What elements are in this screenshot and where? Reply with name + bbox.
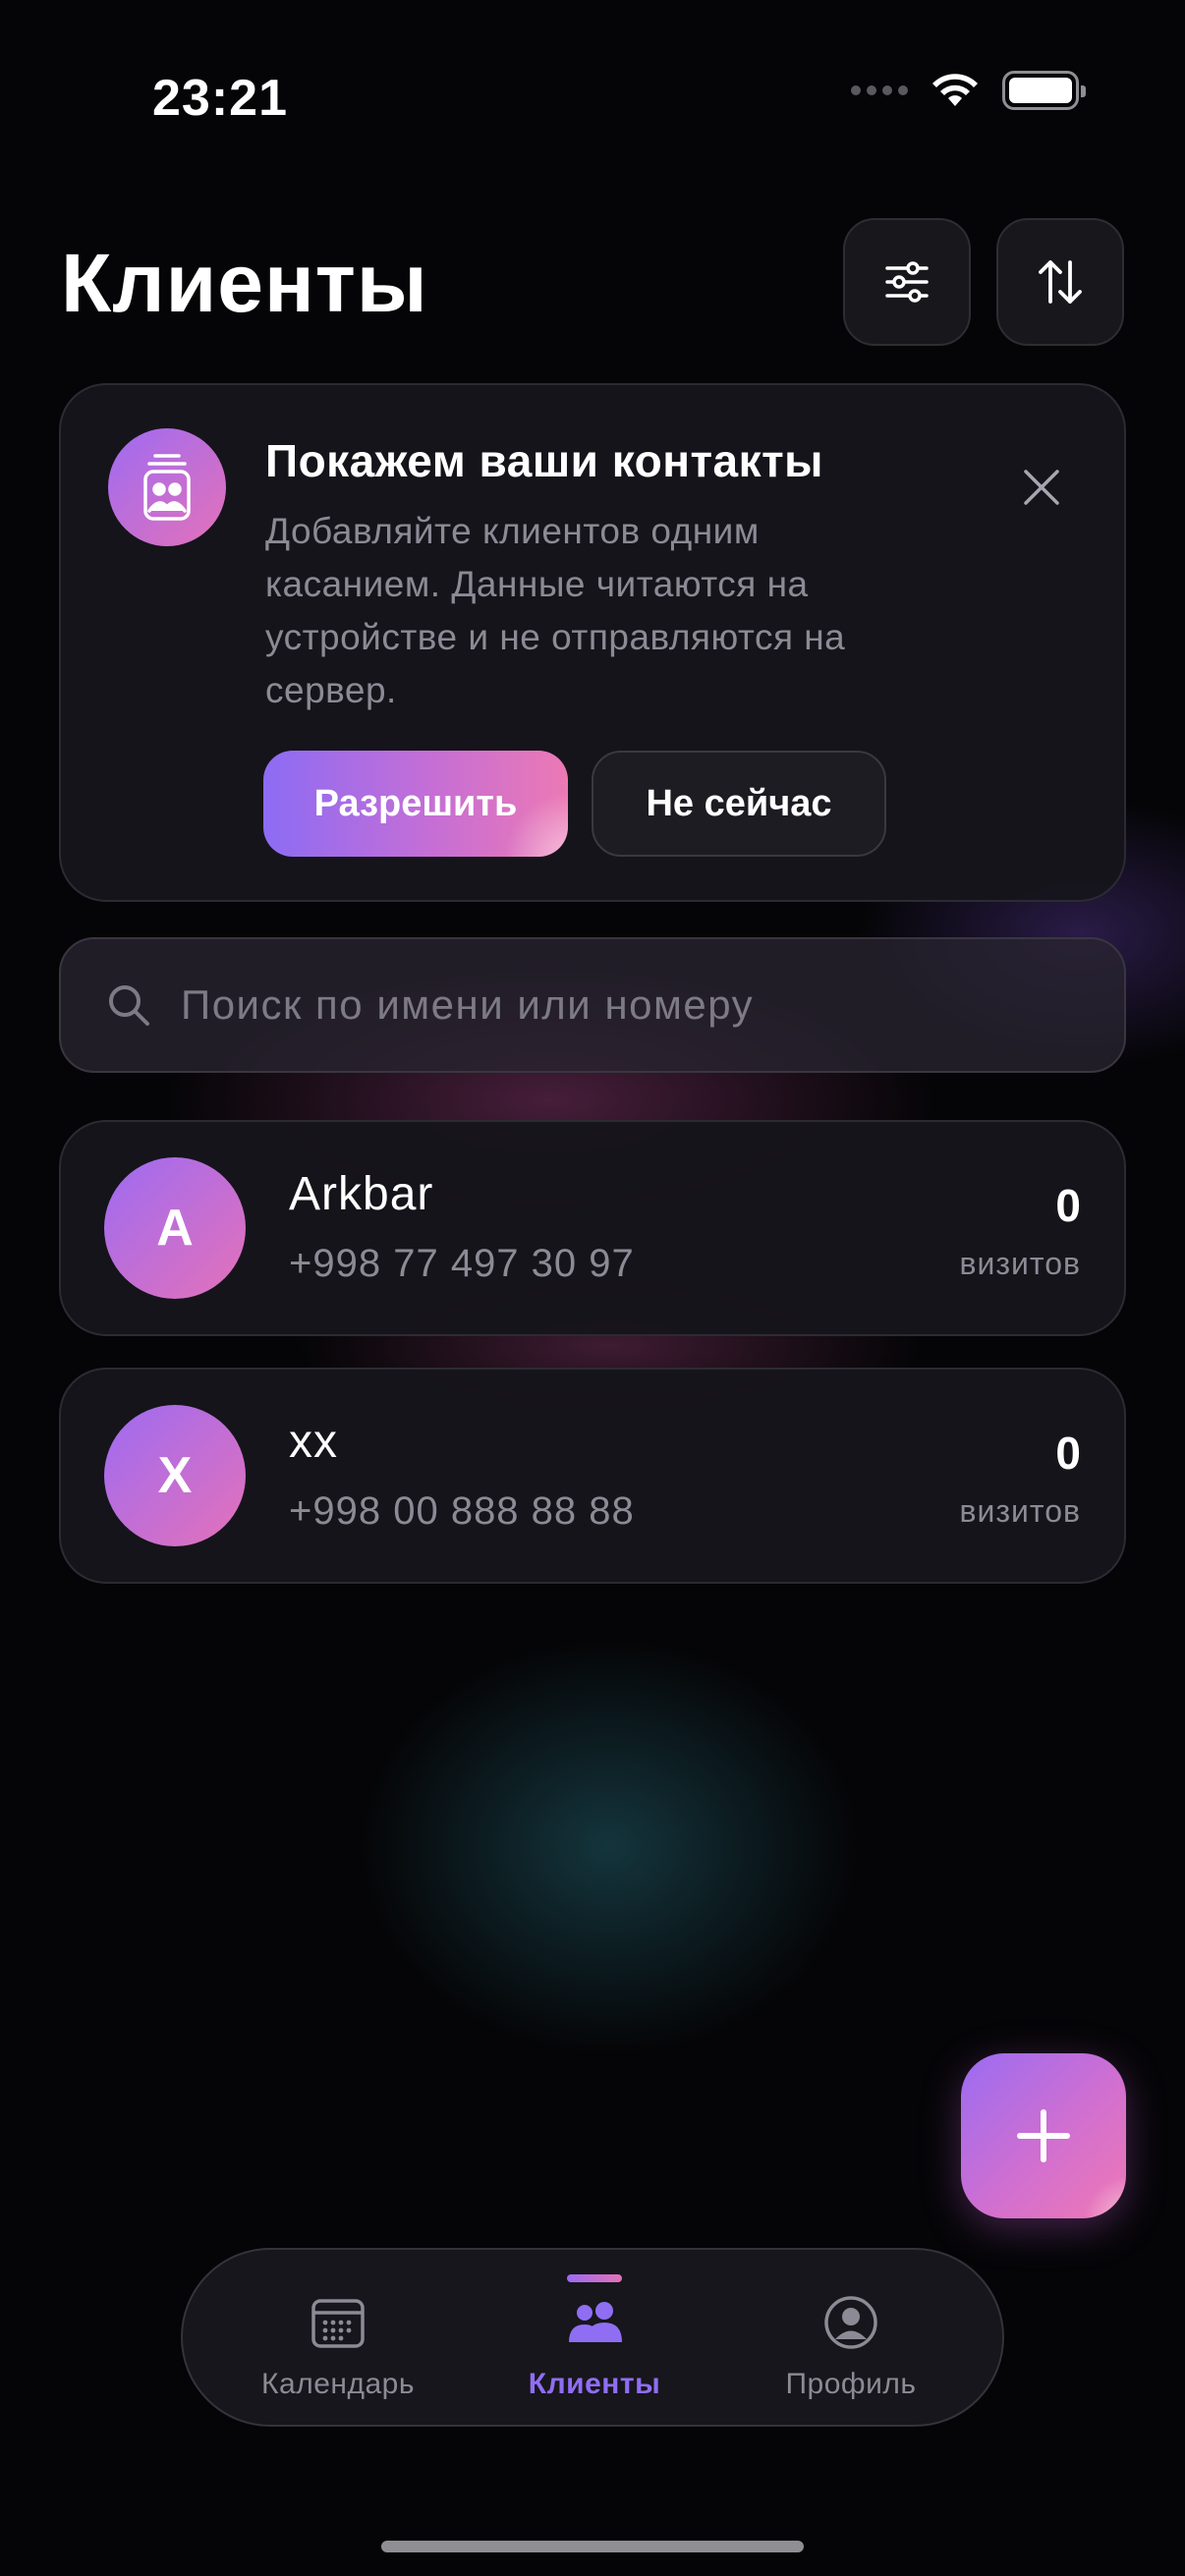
visits-label: визитов: [959, 1493, 1081, 1529]
client-name: xx: [289, 1416, 338, 1468]
battery-icon: [1002, 71, 1086, 110]
search-icon: [109, 985, 149, 1026]
allow-button[interactable]: Разрешить: [263, 751, 568, 857]
tab-calendar[interactable]: Календарь: [230, 2250, 446, 2429]
add-client-button[interactable]: [961, 2053, 1126, 2218]
visits-count: 0: [1055, 1180, 1081, 1231]
status-time: 23:21: [152, 70, 288, 127]
client-phone: +998 77 497 30 97: [289, 1242, 635, 1285]
permission-title: Покажем ваши контакты: [265, 435, 823, 486]
client-card[interactable]: A Arkbar +998 77 497 30 97 0 визитов: [59, 1120, 1126, 1336]
contacts-permission-card: Покажем ваши контакты Добавляйте клиенто…: [59, 383, 1126, 902]
status-indicators: [851, 71, 1086, 110]
close-icon[interactable]: [1020, 466, 1063, 509]
page-title: Клиенты: [61, 237, 428, 329]
contacts-icon: [108, 428, 226, 546]
tab-profile[interactable]: Профиль: [743, 2250, 959, 2429]
not-now-button[interactable]: Не сейчас: [592, 751, 886, 857]
active-tab-indicator: [567, 2274, 622, 2282]
permission-description: Добавляйте клиентов одним касанием. Данн…: [265, 511, 846, 710]
tab-label: Календарь: [261, 2368, 415, 2400]
client-avatar: X: [104, 1405, 246, 1546]
visits-label: визитов: [959, 1246, 1081, 1281]
home-indicator[interactable]: [381, 2541, 804, 2552]
plus-icon: [1017, 2109, 1070, 2162]
client-avatar: A: [104, 1157, 246, 1299]
filter-button[interactable]: [843, 218, 971, 346]
client-card[interactable]: X xx +998 00 888 88 88 0 визитов: [59, 1368, 1126, 1584]
tab-clients[interactable]: Клиенты: [486, 2250, 703, 2429]
search-input[interactable]: [181, 981, 1065, 1029]
calendar-icon: [311, 2299, 365, 2348]
client-phone: +998 00 888 88 88: [289, 1489, 635, 1533]
search-bar: [59, 937, 1126, 1073]
client-name: Arkbar: [289, 1168, 434, 1220]
sort-arrows-icon: [1039, 260, 1082, 304]
sliders-icon: [885, 261, 929, 303]
clients-screen: 23:21 Клиенты Покажем ваши контакты Доба…: [0, 0, 1185, 2576]
tab-bar: Календарь Клиенты Профиль: [181, 2248, 1004, 2427]
wifi-icon: [932, 74, 978, 106]
tab-label: Клиенты: [528, 2368, 661, 2400]
users-icon: [569, 2302, 622, 2342]
tab-label: Профиль: [785, 2368, 917, 2400]
sort-button[interactable]: [996, 218, 1124, 346]
profile-icon: [824, 2296, 877, 2349]
visits-count: 0: [1055, 1428, 1081, 1479]
cellular-signal-icon: [851, 85, 908, 95]
